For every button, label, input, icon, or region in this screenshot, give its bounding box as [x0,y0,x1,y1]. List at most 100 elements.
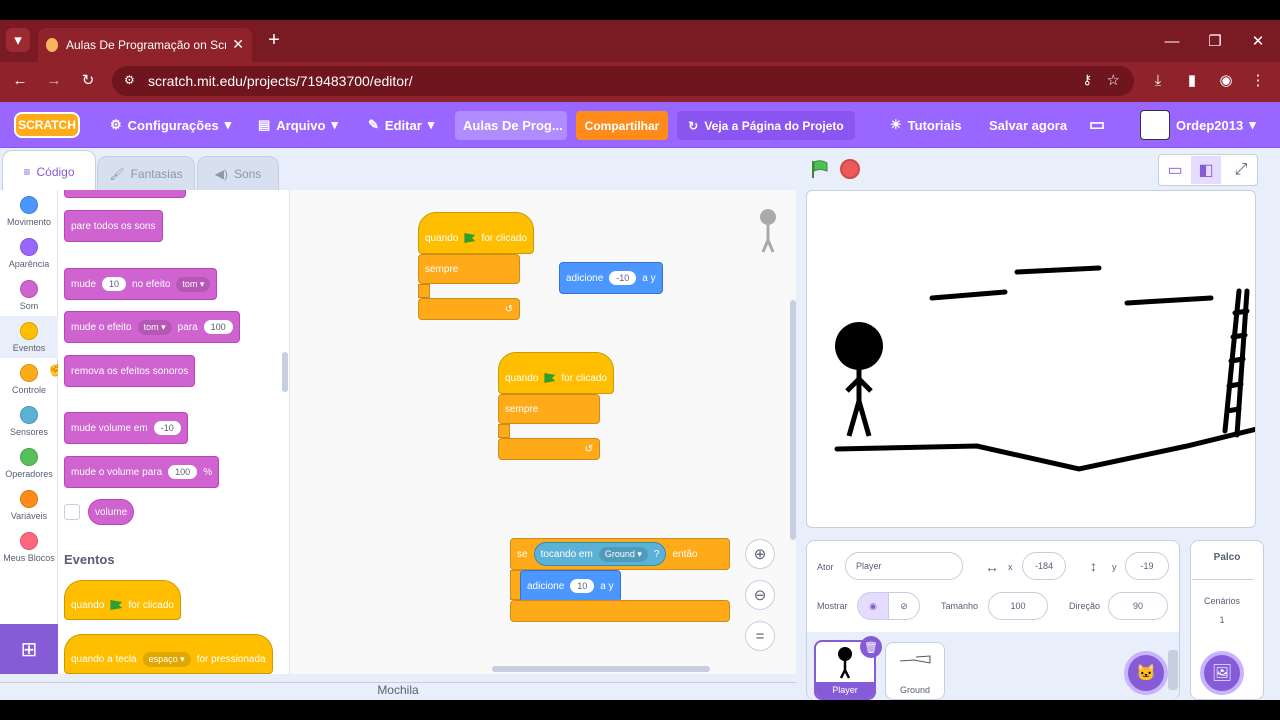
category-aparência[interactable]: Aparência [0,232,58,274]
block-set-volume[interactable]: mude o volume para 100% [64,456,220,488]
block-set-effect[interactable]: mude o efeito tom ▾ para 100 [64,311,240,343]
palette-block-partial[interactable] [64,190,186,198]
touching-dropdown[interactable]: Ground ▾ [598,546,648,562]
block-when-key-pressed[interactable]: quando a tecla espaço ▾ for pressionada [64,634,273,674]
delete-sprite-trash-icon[interactable]: 🗑 [860,636,882,658]
palette-scrollbar[interactable] [282,352,288,392]
url-field[interactable]: ⚙ scratch.mit.edu/projects/719483700/edi… [112,66,1134,96]
category-operadores[interactable]: Operadores [0,442,58,484]
show-sprite-eye-icon[interactable]: ◉ [857,592,889,620]
settings-menu[interactable]: ⚙ Configurações ▾ [110,102,231,148]
stage-panel-title: Palco [1213,552,1241,563]
profile-icon[interactable]: ◉ [1214,68,1238,92]
forward-icon[interactable]: → [42,68,66,92]
new-tab-icon[interactable]: + [262,28,286,52]
category-eventos[interactable]: Eventos [0,316,58,358]
tab-list-icon[interactable]: ▾ [6,28,30,52]
reload-icon[interactable]: ↻ [76,68,100,92]
my-stuff-folder-icon[interactable]: ▭ [1089,102,1105,148]
account-menu[interactable]: Ordep2013 ▾ [1140,102,1256,148]
fullscreen-icon[interactable]: ⤢ [1226,156,1256,184]
edit-menu[interactable]: ✎ Editar ▾ [368,102,434,148]
maximize-icon[interactable]: ❐ [1203,29,1227,53]
file-menu[interactable]: ▤ Arquivo ▾ [258,102,338,148]
sprite-thumb-ground[interactable]: Ground [885,642,945,700]
sensing-touching-block[interactable]: tocando em Ground ▾? [533,542,667,566]
zoom-reset-button[interactable]: = [745,621,775,651]
key-dropdown[interactable]: espaço ▾ [142,651,191,667]
change-y-input[interactable]: 10 [570,579,595,593]
download-icon[interactable]: ⤓ [1146,68,1170,92]
block-change-y-nested[interactable]: adicione 10 a y [520,570,621,602]
key-icon[interactable]: ⚷ [1082,72,1092,88]
y-input[interactable]: -19 [1125,552,1169,580]
tab-sounds[interactable]: ◀) Sons [197,156,279,190]
minimize-icon[interactable]: — [1160,29,1184,53]
stage-canvas[interactable] [806,190,1256,528]
effect-dropdown[interactable]: tom ▾ [176,276,211,292]
effect-value-input[interactable]: 100 [203,320,233,334]
size-input[interactable]: 100 [988,592,1048,620]
tutorials-button[interactable]: ☀ Tutoriais [890,102,962,148]
category-sensores[interactable]: Sensores [0,400,58,442]
add-extension-button[interactable]: ⊞ [0,624,58,674]
project-title-input[interactable]: Aulas De Prog... [455,111,567,140]
events-heading: Eventos [64,552,115,567]
sprite-name-input[interactable]: Player [845,552,963,580]
volume-monitor-checkbox[interactable] [64,504,80,520]
close-window-icon[interactable]: ✕ [1246,29,1270,53]
scratch-logo[interactable]: SCRATCH [14,112,80,138]
stop-button[interactable] [840,159,860,179]
normal-stage-icon[interactable]: ◧ [1191,156,1221,184]
category-meus-blocos[interactable]: Meus Blocos [0,526,58,568]
block-stop-all-sounds[interactable]: pare todos os sons [64,210,163,242]
block-change-y-loose[interactable]: adicione -10 a y [559,262,663,294]
change-y-input[interactable]: -10 [609,271,637,285]
sidebar-icon[interactable]: ▮ [1180,68,1204,92]
volume-value-input[interactable]: 100 [168,465,198,479]
x-input[interactable]: -184 [1022,552,1066,580]
block-clear-effects[interactable]: remova os efeitos sonoros [64,355,196,387]
block-label: sempre [505,403,539,415]
close-tab-icon[interactable]: ✕ [232,36,244,53]
category-movimento[interactable]: Movimento [0,190,58,232]
category-som[interactable]: Som [0,274,58,316]
volume-value-input[interactable]: -10 [153,421,181,435]
workspace-v-scrollbar[interactable] [790,300,796,540]
share-button[interactable]: Compartilhar [576,111,668,140]
browser-tab[interactable]: Aulas De Programação on Scratch ✕ [38,28,252,62]
script1-when-flag[interactable]: quando for clicado [418,212,534,254]
sprite-list-scrollbar[interactable] [1168,650,1178,690]
block-if-touching[interactable]: se tocando em Ground ▾? então [510,538,730,570]
script2-when-flag[interactable]: quando for clicado [498,352,614,394]
zoom-in-icon[interactable]: ⊕ [745,539,775,569]
green-flag-button[interactable] [810,159,830,179]
small-stage-icon[interactable]: ▭ [1160,156,1190,184]
block-change-volume[interactable]: mude volume em -10 [64,412,188,444]
workspace-h-scrollbar[interactable] [492,666,710,672]
see-project-page-button[interactable]: ↻ Veja a Página do Projeto [677,111,855,140]
effect-value-input[interactable]: 10 [102,277,127,291]
save-now-button[interactable]: Salvar agora [989,102,1067,148]
bookmark-star-icon[interactable]: ☆ [1107,71,1120,89]
site-info-icon[interactable]: ⚙ [124,73,135,87]
choose-sprite-cat-icon[interactable]: 🐱 [1124,651,1168,695]
reporter-volume[interactable]: volume [88,499,135,525]
effect-dropdown[interactable]: tom ▾ [137,319,172,335]
tab-code[interactable]: ≡ Código [2,150,96,192]
zoom-out-icon[interactable]: ⊖ [745,580,775,610]
settings-label: Configurações [127,117,219,133]
chevron-down-icon: ▾ [224,117,232,132]
script2-forever[interactable]: sempre [498,394,600,424]
backpack-bar[interactable]: Mochila [0,682,796,700]
category-variáveis[interactable]: Variáveis [0,484,58,526]
hide-sprite-icon[interactable]: ⊘ [888,592,920,620]
script1-forever[interactable]: sempre [418,254,520,284]
tab-costumes[interactable]: 🖌 Fantasias [97,156,195,190]
block-change-effect[interactable]: mude 10 no efeito tom ▾ [64,268,218,300]
choose-backdrop-icon[interactable]: 🖼 [1200,651,1244,695]
direction-input[interactable]: 90 [1108,592,1168,620]
block-when-flag-clicked[interactable]: quando for clicado [64,580,181,620]
more-menu-icon[interactable]: ⋮ [1246,68,1270,92]
back-icon[interactable]: ← [8,68,32,92]
